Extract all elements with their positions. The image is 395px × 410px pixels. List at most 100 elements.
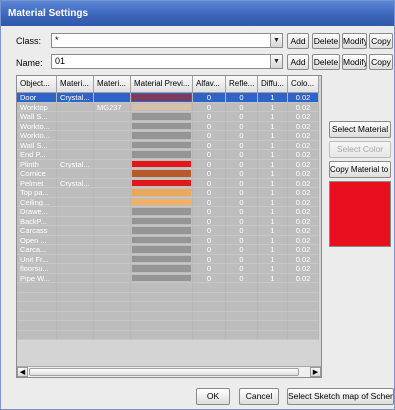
column-header[interactable]: Materi... <box>94 76 131 93</box>
chevron-down-icon[interactable]: ▼ <box>270 34 282 47</box>
name-select-value: 01 <box>55 56 66 66</box>
diffuse-cell: 1 <box>258 112 288 122</box>
column-header[interactable]: Diffu... <box>258 76 288 93</box>
ok-button[interactable]: OK <box>196 388 230 405</box>
table-row[interactable]: Plinth Crystal... 0 0 1 0.02 <box>17 159 319 169</box>
diffuse-cell: 1 <box>258 254 288 264</box>
table-row[interactable]: BackP... 0 0 1 0.02 <box>17 216 319 226</box>
table-row[interactable]: Carcass 0 0 1 0.02 <box>17 226 319 236</box>
empty-cell <box>17 330 57 340</box>
material-cell <box>94 169 131 179</box>
empty-row <box>17 302 319 312</box>
column-header[interactable]: Alfav... <box>193 76 226 93</box>
name-modify-button[interactable]: Modify <box>342 54 367 70</box>
reflection-cell: 0 <box>226 226 258 236</box>
empty-cell <box>288 311 319 321</box>
alfa-cell: 0 <box>193 159 226 169</box>
color-cell: 0.02 <box>288 131 319 141</box>
empty-cell <box>94 311 131 321</box>
reflection-cell: 0 <box>226 254 258 264</box>
material-preview-cell <box>131 216 193 226</box>
select-sketch-map-button[interactable]: Select Sketch map of Scheme > <box>287 388 394 405</box>
class-delete-button[interactable]: Delete <box>312 33 340 49</box>
material-swatch <box>132 198 191 205</box>
chevron-down-icon[interactable]: ▼ <box>270 55 282 68</box>
table-row[interactable]: Open ... 0 0 1 0.02 <box>17 235 319 245</box>
material-swatch <box>132 151 191 158</box>
color-cell: 0.02 <box>288 188 319 198</box>
column-header[interactable]: Material Previ... <box>131 76 193 93</box>
diffuse-cell: 1 <box>258 93 288 103</box>
material-swatch <box>132 189 191 196</box>
column-header[interactable]: Colo... <box>288 76 319 93</box>
color-cell: 0.02 <box>288 93 319 103</box>
class-copy-button[interactable]: Copy <box>369 33 393 49</box>
empty-row <box>17 330 319 340</box>
table-row[interactable]: Drawe... 0 0 1 0.02 <box>17 207 319 217</box>
column-header[interactable]: Materi... <box>57 76 94 93</box>
table-row[interactable]: Wall S... 0 0 1 0.02 <box>17 112 319 122</box>
material-swatch <box>132 132 191 139</box>
table-row[interactable]: Pipe W... 0 0 1 0.02 <box>17 273 319 283</box>
cancel-button[interactable]: Cancel <box>239 388 279 405</box>
material-swatch <box>132 274 191 281</box>
name-select[interactable]: 01 ▼ <box>51 54 283 69</box>
table-row[interactable]: Door Crystal... 0 0 1 0.02 <box>17 93 319 103</box>
name-delete-button[interactable]: Delete <box>312 54 340 70</box>
reflection-cell: 0 <box>226 159 258 169</box>
material-swatch <box>132 113 191 120</box>
reflection-cell: 0 <box>226 188 258 198</box>
alfa-cell: 0 <box>193 102 226 112</box>
material-preview-cell <box>131 131 193 141</box>
table-row[interactable]: Unit Fr... 0 0 1 0.02 <box>17 254 319 264</box>
table-row[interactable]: Carca... 0 0 1 0.02 <box>17 245 319 255</box>
arrow-left-icon[interactable]: ◀ <box>17 367 28 377</box>
diffuse-cell: 1 <box>258 131 288 141</box>
table-row[interactable]: End P... 0 0 1 0.02 <box>17 150 319 160</box>
class-select[interactable]: * ▼ <box>51 33 283 48</box>
horizontal-scrollbar[interactable]: ◀ ▶ <box>17 366 321 377</box>
class-modify-button[interactable]: Modify <box>342 33 367 49</box>
table-row[interactable]: Worktop MG237 0 0 1 0.02 <box>17 102 319 112</box>
table-row[interactable]: Workto... 0 0 1 0.02 <box>17 131 319 141</box>
empty-cell <box>193 302 226 312</box>
name-copy-button[interactable]: Copy <box>369 54 393 70</box>
column-header[interactable]: Object... <box>17 76 57 93</box>
color-cell: 0.02 <box>288 159 319 169</box>
table-row[interactable]: Wall S... 0 0 1 0.02 <box>17 140 319 150</box>
table-row[interactable]: Top pa... 0 0 1 0.02 <box>17 188 319 198</box>
material-preview-cell <box>131 197 193 207</box>
materials-table[interactable]: Object... Materi... Materi... Material Prev… <box>16 75 322 378</box>
material-preview-cell <box>131 112 193 122</box>
diffuse-cell: 1 <box>258 121 288 131</box>
table-row[interactable]: Cornice 0 0 1 0.02 <box>17 169 319 179</box>
copy-material-to-button[interactable]: Copy Material to > <box>329 161 391 178</box>
column-header[interactable]: Refle... <box>226 76 258 93</box>
material-cell <box>57 264 94 274</box>
material-color-preview <box>329 181 391 247</box>
object-cell: Top pa... <box>17 188 57 198</box>
empty-cell <box>17 283 57 293</box>
material-preview-cell <box>131 235 193 245</box>
class-add-button[interactable]: Add <box>287 33 309 49</box>
reflection-cell: 0 <box>226 273 258 283</box>
scrollbar-thumb[interactable] <box>29 368 299 376</box>
table-row[interactable]: Workto... 0 0 1 0.02 <box>17 121 319 131</box>
reflection-cell: 0 <box>226 197 258 207</box>
empty-cell <box>131 330 193 340</box>
table-row[interactable]: floorsu... 0 0 1 0.02 <box>17 264 319 274</box>
material-cell <box>57 254 94 264</box>
table-row[interactable]: Ceiling... 0 0 1 0.02 <box>17 197 319 207</box>
table-row[interactable]: Pelmet Crystal... 0 0 1 0.02 <box>17 178 319 188</box>
select-color-button[interactable]: Select Color <box>329 141 391 158</box>
object-cell: Worktop <box>17 102 57 112</box>
select-material-button[interactable]: Select Material <box>329 121 391 138</box>
material-cell <box>94 235 131 245</box>
name-add-button[interactable]: Add <box>287 54 309 70</box>
arrow-right-icon[interactable]: ▶ <box>310 367 321 377</box>
material-cell: Crystal... <box>57 93 94 103</box>
color-cell: 0.02 <box>288 197 319 207</box>
object-cell: Workto... <box>17 131 57 141</box>
empty-cell <box>131 302 193 312</box>
material-cell <box>57 102 94 112</box>
